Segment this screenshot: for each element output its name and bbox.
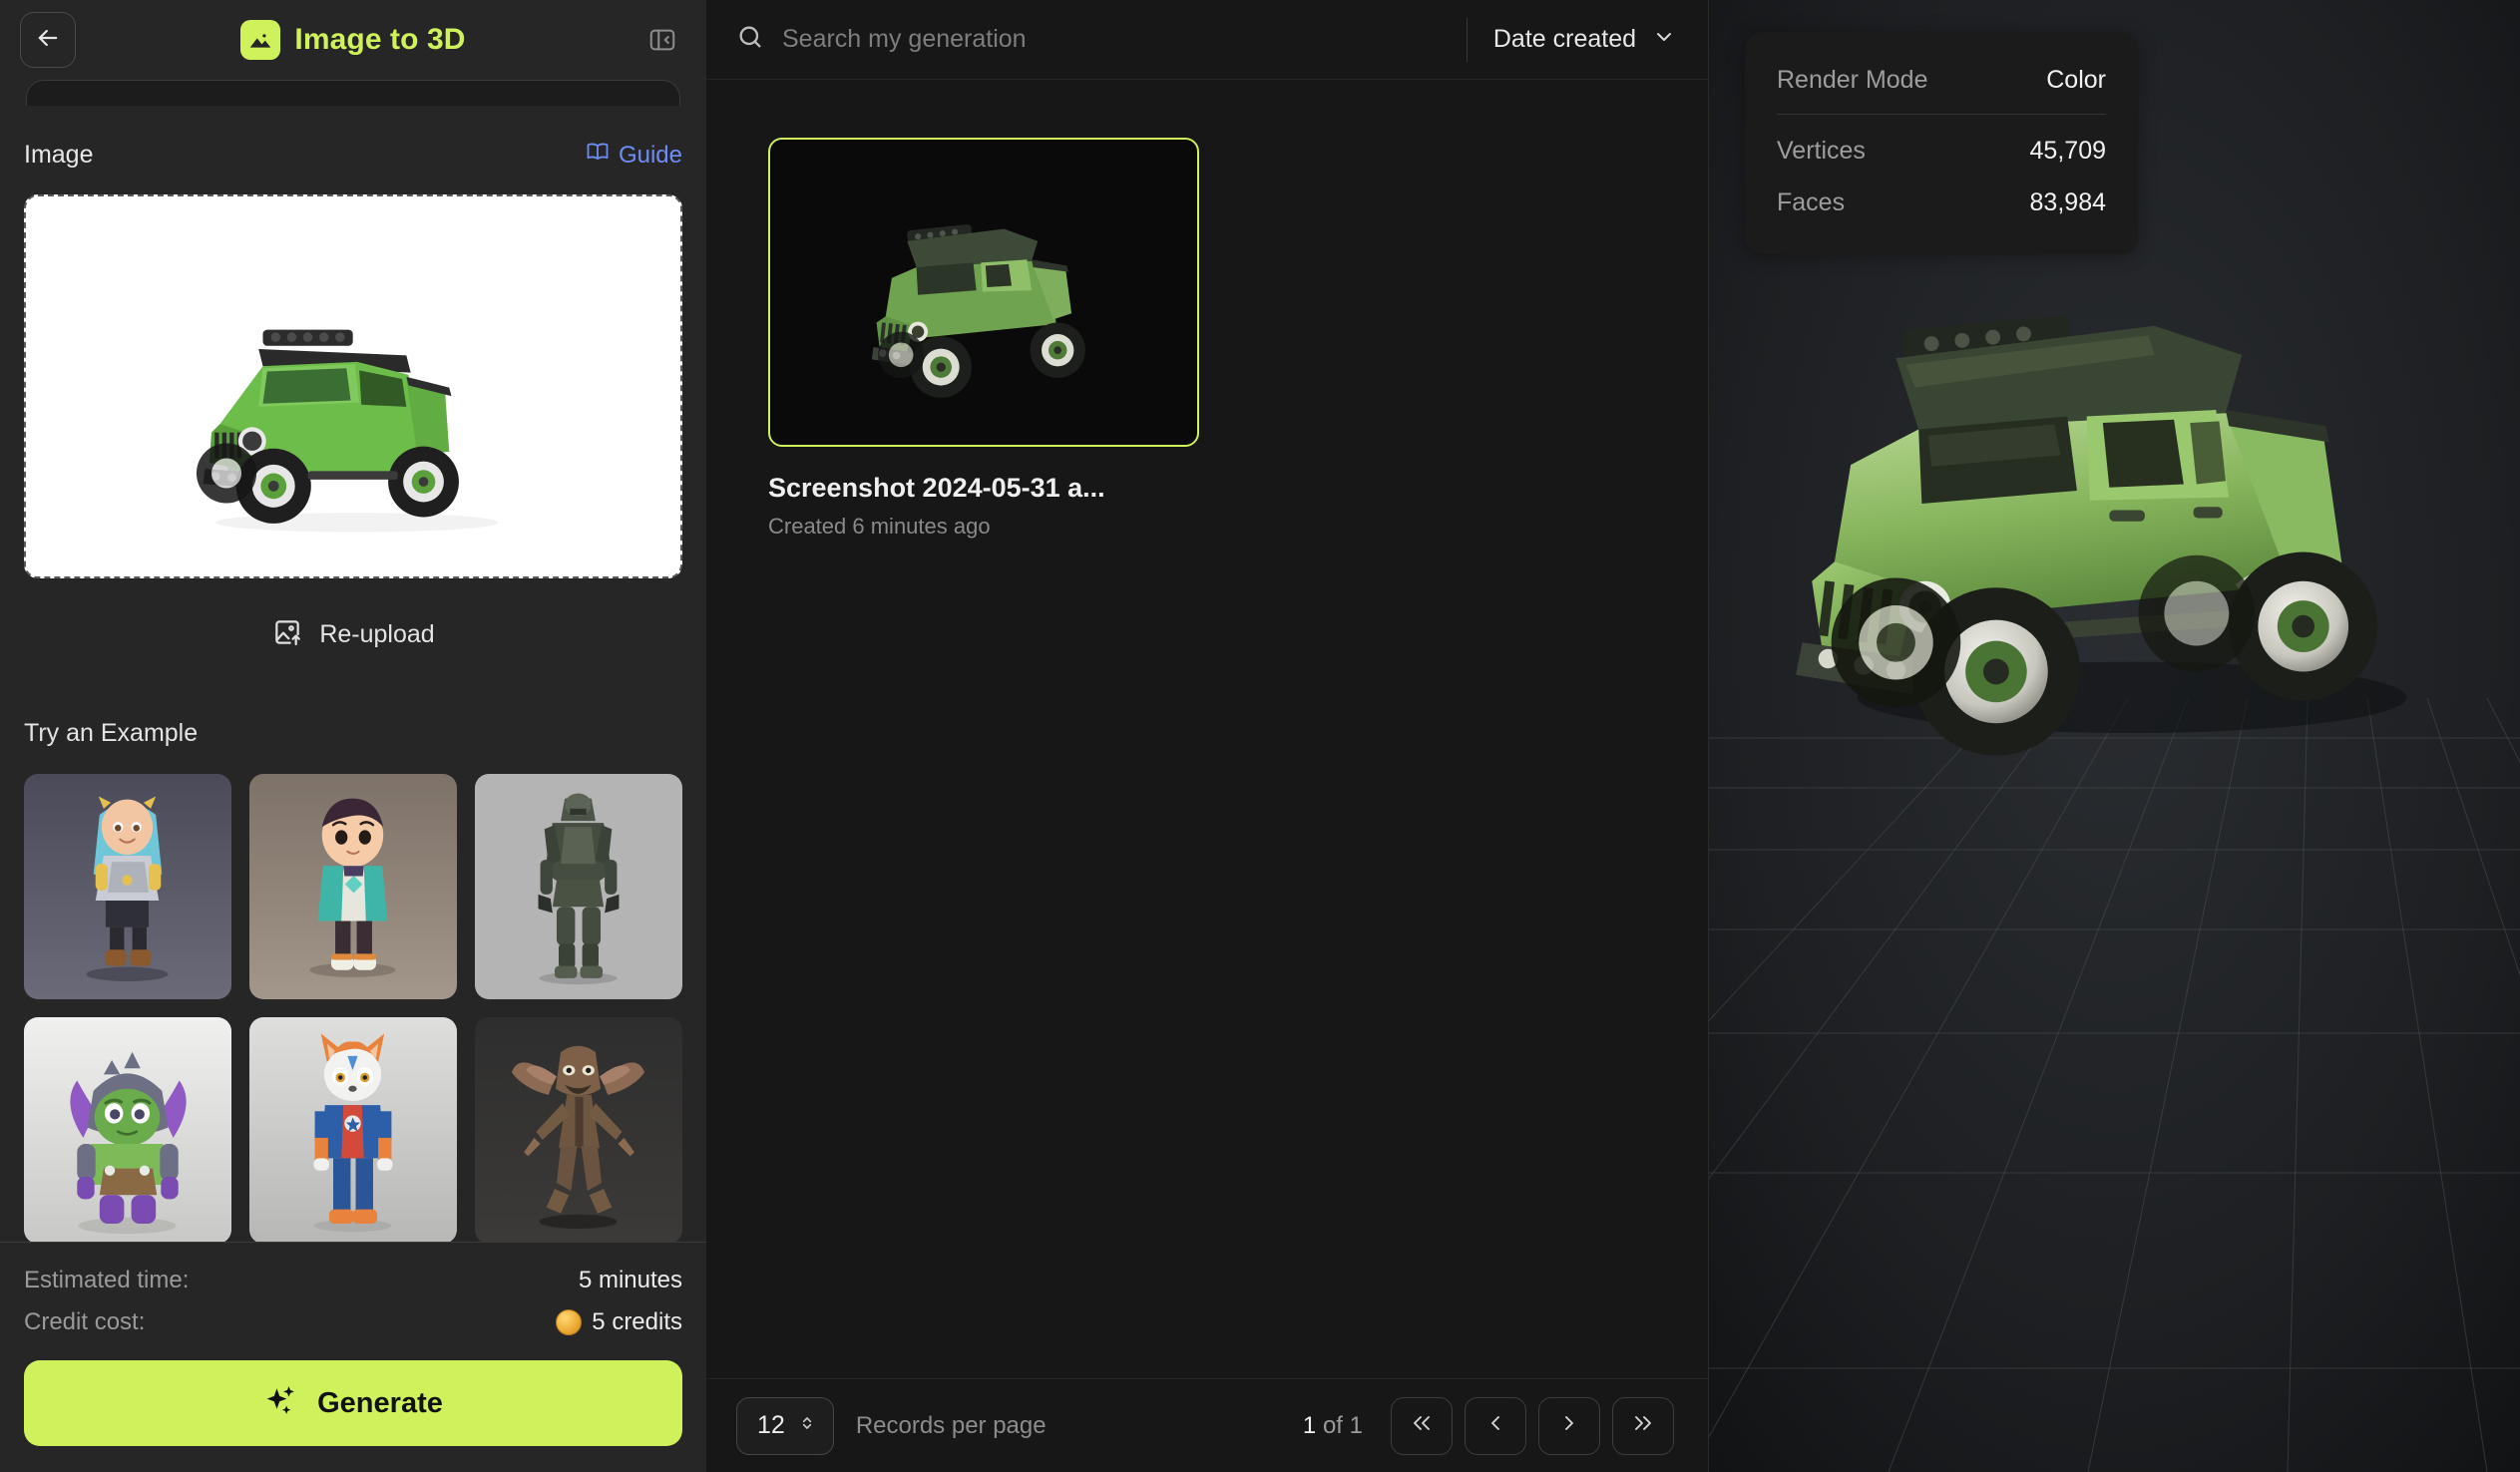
chevrons-right-icon <box>1631 1411 1655 1440</box>
page-count: 1 of 1 <box>1303 1412 1363 1440</box>
generations-toolbar: Date created <box>706 0 1708 80</box>
credit-cost-value-group: 5 credits <box>556 1308 682 1336</box>
estimated-time-row: Estimated time: 5 minutes <box>24 1267 682 1294</box>
pagination-bar: 12 Records per page 1 of 1 <box>706 1378 1708 1472</box>
model-viewer[interactable]: Render Mode Color Vertices 45,709 Faces … <box>1709 0 2520 1472</box>
first-page-button[interactable] <box>1391 1396 1453 1455</box>
credit-cost-value: 5 credits <box>592 1308 682 1335</box>
records-per-page-stepper[interactable]: 12 <box>736 1396 834 1455</box>
search-input[interactable] <box>782 25 1461 54</box>
page-total: 1 <box>1349 1411 1363 1439</box>
reupload-button[interactable]: Re-upload <box>24 616 682 653</box>
example-item-knight-girl[interactable] <box>24 774 231 1000</box>
sidebar-footer: Estimated time: 5 minutes Credit cost: 5… <box>0 1242 706 1472</box>
uploaded-jeep-image <box>26 196 680 576</box>
stat-key-vertices: Vertices <box>1777 136 1866 165</box>
generation-name: Screenshot 2024-05-31 a... <box>768 473 1105 503</box>
examples-grid <box>24 774 682 1242</box>
stat-key-render-mode: Render Mode <box>1777 65 1928 94</box>
next-page-button[interactable] <box>1538 1396 1600 1455</box>
generations-gallery: Screenshot 2024-05-31 a... Created 6 min… <box>706 80 1708 1378</box>
stepper-updown-icon <box>797 1412 817 1439</box>
pagination-controls: 1 of 1 <box>1303 1396 1674 1455</box>
guide-link[interactable]: Guide <box>586 140 682 171</box>
search-icon <box>736 23 764 56</box>
image-upload-icon <box>271 616 303 653</box>
generate-label: Generate <box>317 1386 443 1419</box>
page-current: 1 <box>1302 1411 1317 1439</box>
stats-divider <box>1777 114 2106 115</box>
estimated-time-value: 5 minutes <box>578 1267 682 1293</box>
sidebar-header: Image to 3D <box>0 0 706 80</box>
page-of-word: of <box>1322 1411 1343 1439</box>
examples-heading: Try an Example <box>24 719 199 747</box>
chevron-left-icon <box>1483 1411 1507 1440</box>
image-section-title: Image <box>24 141 94 169</box>
arrow-left-icon <box>34 24 62 57</box>
left-sidebar: Image to 3D Image Guide Re-upload Try an… <box>0 0 706 1472</box>
page-title: Image to 3D <box>294 23 466 56</box>
example-item-boy-character[interactable] <box>249 774 457 1000</box>
stat-value-faces: 83,984 <box>2029 187 2106 216</box>
stat-value-vertices: 45,709 <box>2029 136 2106 165</box>
generation-card[interactable]: Screenshot 2024-05-31 a... Created 6 min… <box>768 138 1199 540</box>
example-item-goblin-creature[interactable] <box>475 1017 682 1242</box>
sparkles-icon <box>263 1383 299 1424</box>
generate-button[interactable]: Generate <box>24 1360 682 1446</box>
back-button[interactable] <box>20 12 76 68</box>
credit-cost-label: Credit cost: <box>24 1308 146 1335</box>
model-stats-panel: Render Mode Color Vertices 45,709 Faces … <box>1745 32 2138 254</box>
estimated-time-label: Estimated time: <box>24 1267 190 1293</box>
chevrons-left-icon <box>1410 1411 1434 1440</box>
toolbar-divider <box>1466 17 1468 62</box>
book-icon <box>586 140 610 171</box>
guide-link-label: Guide <box>618 141 682 169</box>
records-per-page-value: 12 <box>757 1411 785 1439</box>
image-icon <box>240 20 281 60</box>
stat-row-faces: Faces 83,984 <box>1777 177 2106 228</box>
stat-row-render-mode[interactable]: Render Mode Color <box>1777 54 2106 106</box>
records-per-page-label: Records per page <box>855 1411 1047 1439</box>
generation-thumb-jeep <box>770 140 1197 445</box>
coin-icon <box>556 1309 583 1335</box>
search-bar[interactable] <box>736 0 1461 79</box>
image-section-header: Image Guide <box>24 140 682 171</box>
generation-created: Created 6 minutes ago <box>768 514 991 539</box>
sort-dropdown-label: Date created <box>1492 25 1636 53</box>
generations-panel: Date created <box>706 0 1709 1472</box>
scrolled-card-edge <box>26 80 680 106</box>
generation-thumbnail[interactable] <box>768 138 1199 447</box>
chevron-down-icon <box>1652 25 1676 54</box>
app-root: Image to 3D Image Guide Re-upload Try an… <box>0 0 2520 1472</box>
uploaded-image-preview[interactable] <box>24 194 682 578</box>
example-item-horned-orc[interactable] <box>24 1017 231 1242</box>
credit-cost-row: Credit cost: 5 credits <box>24 1308 682 1336</box>
example-item-fox-character[interactable] <box>249 1017 457 1242</box>
prev-page-button[interactable] <box>1465 1396 1526 1455</box>
stat-row-vertices: Vertices 45,709 <box>1777 125 2106 177</box>
stat-key-faces: Faces <box>1777 187 1846 216</box>
app-title-group: Image to 3D <box>0 0 706 80</box>
reupload-label: Re-upload <box>319 620 435 648</box>
last-page-button[interactable] <box>1612 1396 1674 1455</box>
panel-collapse-icon[interactable] <box>642 20 682 60</box>
sort-dropdown[interactable]: Date created <box>1493 25 1680 54</box>
sidebar-scroll-area: Image Guide Re-upload Try an Example <box>0 80 706 1242</box>
example-item-armored-robot[interactable] <box>475 774 682 1000</box>
stat-value-render-mode: Color <box>2046 65 2106 94</box>
chevron-right-icon <box>1557 1411 1581 1440</box>
